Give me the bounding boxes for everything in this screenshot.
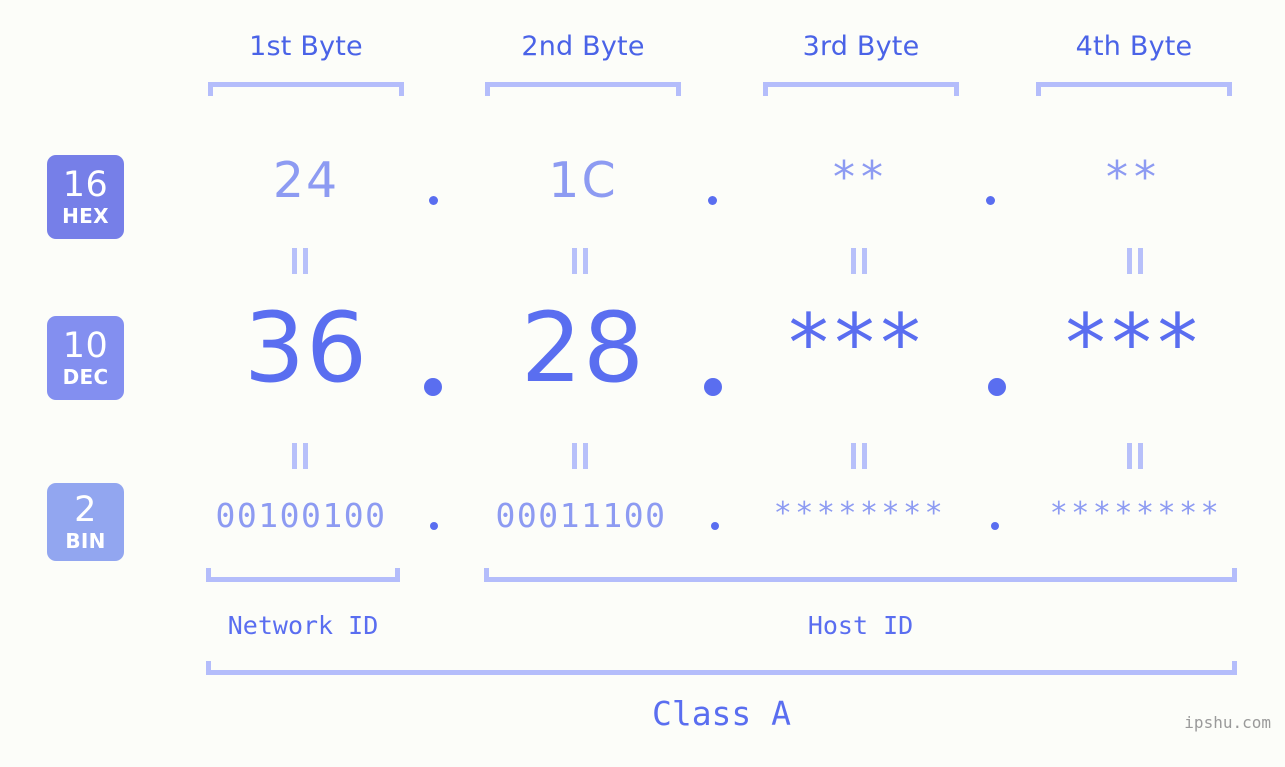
hex-byte-1: 24	[272, 152, 340, 209]
byte-bracket-top-2	[485, 82, 681, 96]
equality-mark-dec-bin-4	[1127, 443, 1143, 469]
equality-mark-hex-dec-2	[572, 248, 588, 274]
equality-mark-dec-bin-3	[851, 443, 867, 469]
hex-separator-dot-1	[429, 196, 438, 205]
dec-byte-2: 28	[520, 292, 646, 404]
dec-separator-dot-2	[704, 378, 722, 396]
equality-mark-hex-dec-3	[851, 248, 867, 274]
base-badge-hex-name: HEX	[62, 204, 109, 228]
hex-separator-dot-3	[986, 196, 995, 205]
bin-byte-2: 00011100	[495, 496, 667, 535]
bin-separator-dot-1	[430, 522, 438, 530]
dec-separator-dot-3	[988, 378, 1006, 396]
base-badge-bin: 2 BIN	[47, 483, 124, 561]
bin-separator-dot-3	[991, 522, 999, 530]
byte-header-1: 1st Byte	[249, 31, 363, 62]
bin-byte-3: ********	[773, 496, 947, 531]
host-id-label: Host ID	[807, 611, 914, 640]
byte-bracket-top-3	[763, 82, 959, 96]
network-id-bracket	[206, 568, 400, 582]
hex-separator-dot-2	[708, 196, 717, 205]
base-badge-bin-name: BIN	[65, 529, 106, 553]
hex-byte-4: **	[1106, 152, 1162, 203]
equality-mark-hex-dec-4	[1127, 248, 1143, 274]
network-id-label: Network ID	[227, 611, 379, 640]
base-badge-dec-name: DEC	[62, 365, 109, 389]
bin-byte-4: ********	[1049, 496, 1223, 531]
bin-separator-dot-2	[711, 522, 719, 530]
class-label: Class A	[651, 694, 792, 733]
dec-byte-3: ***	[788, 297, 927, 390]
byte-bracket-top-1	[208, 82, 404, 96]
base-badge-dec-number: 10	[62, 326, 109, 366]
dec-byte-4: ***	[1065, 297, 1204, 390]
base-badge-hex-number: 16	[62, 165, 109, 205]
watermark: ipshu.com	[1184, 713, 1271, 732]
equality-mark-dec-bin-1	[292, 443, 308, 469]
equality-mark-hex-dec-1	[292, 248, 308, 274]
hex-byte-3: **	[833, 152, 889, 203]
equality-mark-dec-bin-2	[572, 443, 588, 469]
dec-separator-dot-1	[424, 378, 442, 396]
hex-byte-2: 1C	[548, 152, 618, 209]
byte-header-3: 3rd Byte	[802, 31, 920, 62]
class-bracket	[206, 661, 1237, 675]
base-badge-hex: 16 HEX	[47, 155, 124, 239]
bin-byte-1: 00100100	[215, 496, 387, 535]
byte-header-4: 4th Byte	[1075, 31, 1193, 62]
dec-byte-1: 36	[243, 292, 369, 404]
byte-bracket-top-4	[1036, 82, 1232, 96]
ip-address-breakdown-diagram: 1st Byte 2nd Byte 3rd Byte 4th Byte 16 H…	[0, 0, 1285, 767]
byte-header-2: 2nd Byte	[521, 31, 645, 62]
host-id-bracket	[484, 568, 1237, 582]
base-badge-bin-number: 2	[74, 490, 97, 530]
base-badge-dec: 10 DEC	[47, 316, 124, 400]
